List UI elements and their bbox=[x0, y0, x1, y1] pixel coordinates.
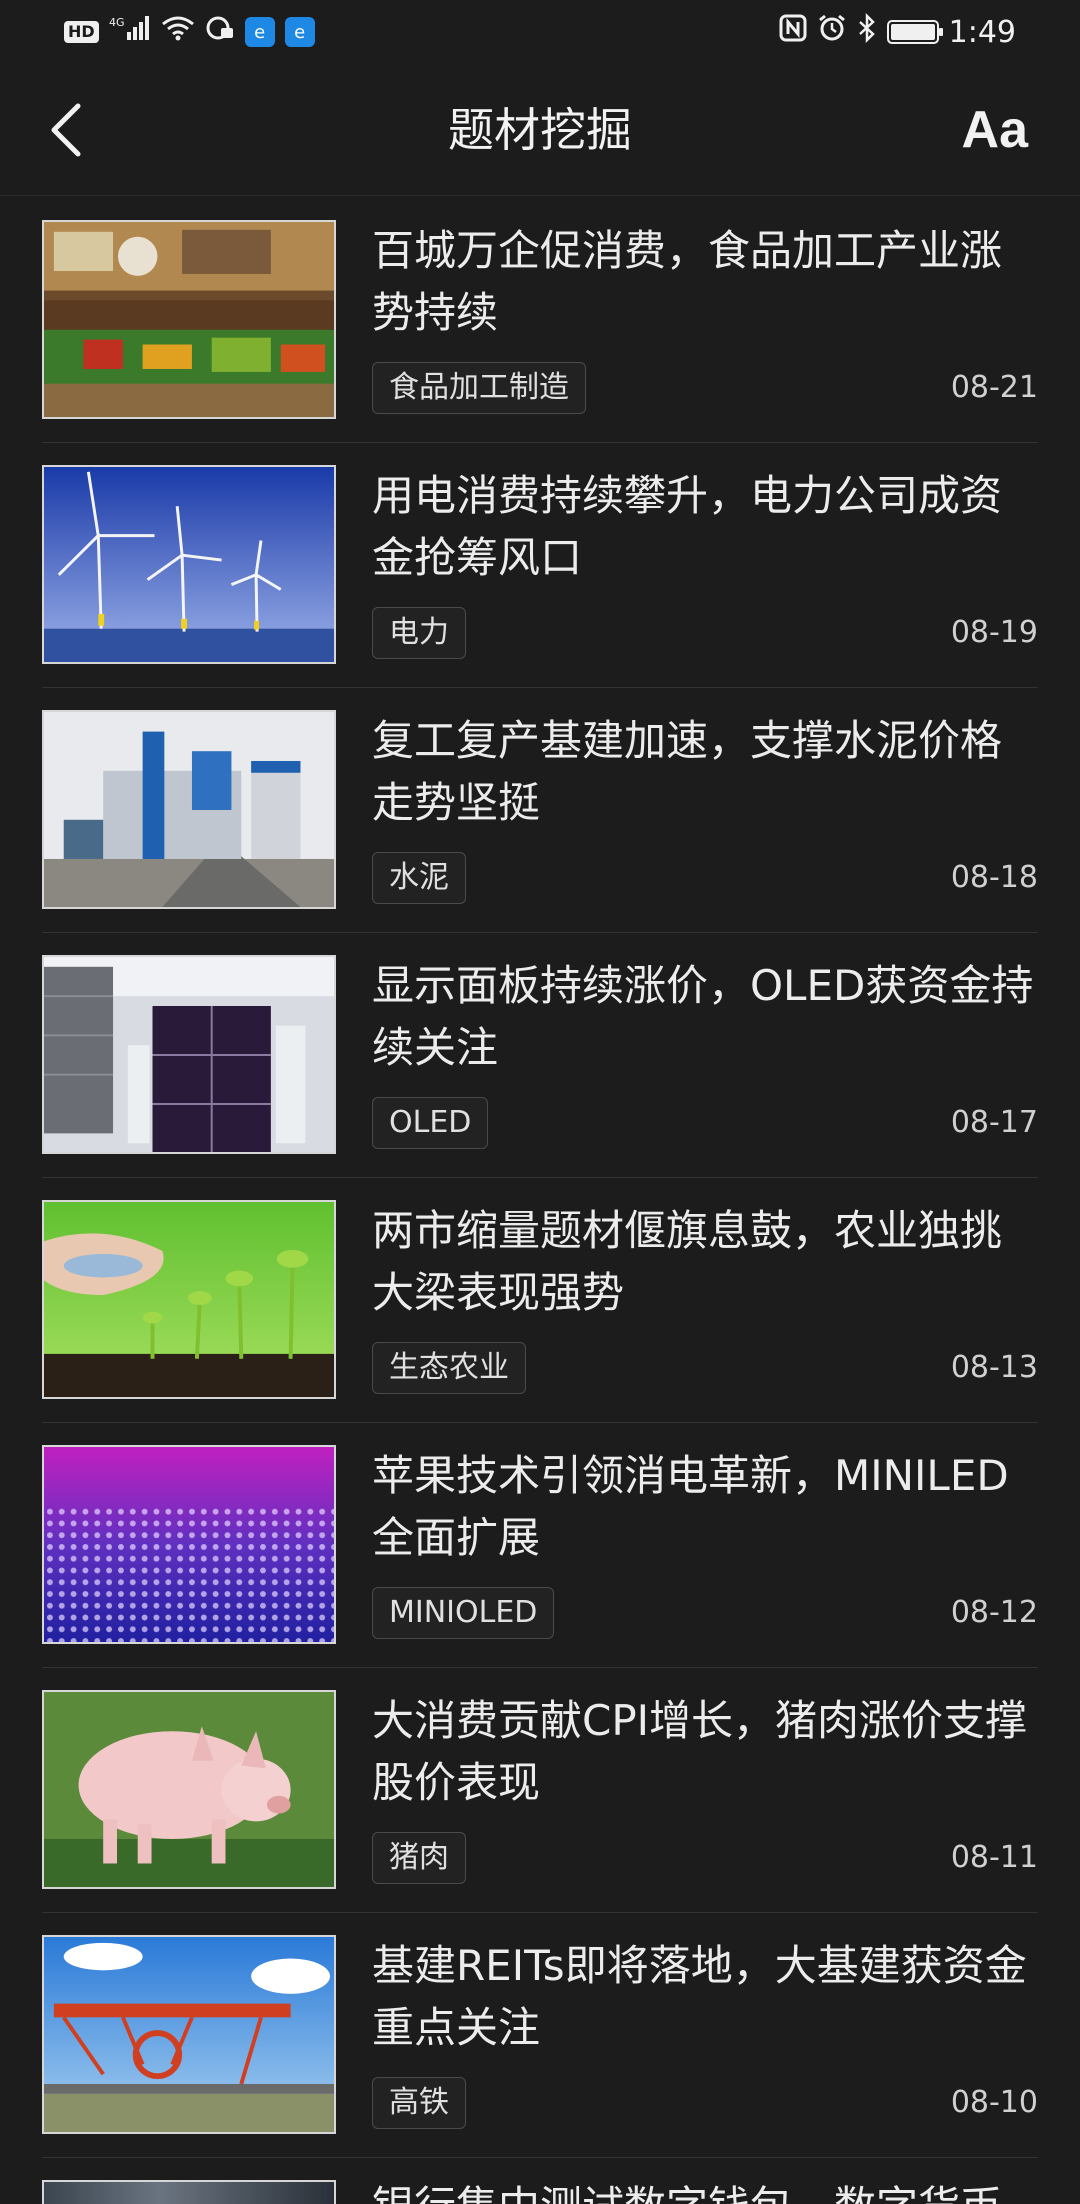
topic-tag[interactable]: 生态农业 bbox=[372, 1342, 526, 1394]
news-date: 08-19 bbox=[950, 615, 1038, 650]
list-item[interactable]: 复工复产基建加速，支撑水泥价格走势坚挺 水泥 08-18 bbox=[42, 688, 1038, 933]
thumbnail-image bbox=[42, 710, 336, 909]
page-title: 题材挖掘 bbox=[448, 103, 632, 157]
thumbnail-image bbox=[42, 955, 336, 1154]
thumbnail-image bbox=[42, 1445, 336, 1644]
list-item[interactable]: 大消费贡献CPI增长，猪肉涨价支撑股价表现 猪肉 08-11 bbox=[42, 1668, 1038, 1913]
news-date: 08-21 bbox=[950, 370, 1038, 405]
thumbnail-image bbox=[42, 465, 336, 664]
news-title: 显示面板持续涨价，OLED获资金持续关注 bbox=[372, 961, 1034, 1072]
thumbnail-image bbox=[42, 1690, 336, 1889]
bluetooth-icon bbox=[857, 12, 877, 51]
app-notification-icon: e bbox=[284, 17, 315, 47]
news-title: 苹果技术引领消电革新，MINILED全面扩展 bbox=[372, 1451, 1009, 1562]
list-item[interactable]: 显示面板持续涨价，OLED获资金持续关注 OLED 08-17 bbox=[42, 933, 1038, 1178]
thumbnail-image bbox=[42, 1200, 336, 1399]
news-date: 08-12 bbox=[950, 1595, 1038, 1630]
news-title: 两市缩量题材偃旗息鼓，农业独挑大梁表现强势 bbox=[372, 1206, 1003, 1317]
news-list: 百城万企促消费，食品加工产业涨势持续 食品加工制造 08-21 用电消费持续攀升… bbox=[0, 198, 1080, 2204]
thumbnail-image bbox=[42, 1935, 336, 2134]
list-item[interactable]: 银行集中测试数字钱包，数字货币 bbox=[42, 2158, 1038, 2204]
news-date: 08-18 bbox=[950, 860, 1038, 895]
battery-icon bbox=[886, 20, 943, 44]
news-date: 08-10 bbox=[950, 2085, 1038, 2120]
news-title: 大消费贡献CPI增长，猪肉涨价支撑股价表现 bbox=[372, 1696, 1028, 1807]
news-date: 08-17 bbox=[950, 1105, 1038, 1140]
thumbnail-image bbox=[42, 2180, 336, 2204]
list-item[interactable]: 用电消费持续攀升，电力公司成资金抢筹风口 电力 08-19 bbox=[42, 443, 1038, 688]
topic-tag[interactable]: OLED bbox=[372, 1097, 489, 1149]
list-item[interactable]: 两市缩量题材偃旗息鼓，农业独挑大梁表现强势 生态农业 08-13 bbox=[42, 1178, 1038, 1423]
topic-tag[interactable]: 电力 bbox=[372, 607, 466, 659]
news-date: 08-11 bbox=[950, 1840, 1038, 1875]
status-bar: HD 4G e e 1:49 bbox=[0, 0, 1080, 64]
list-item[interactable]: 苹果技术引领消电革新，MINILED全面扩展 MINIOLED 08-12 bbox=[42, 1423, 1038, 1668]
nfc-icon bbox=[779, 14, 807, 50]
news-title: 银行集中测试数字钱包，数字货币 bbox=[372, 2176, 1038, 2204]
thumbnail-image bbox=[42, 220, 336, 419]
hd-indicator: HD bbox=[64, 21, 99, 43]
topic-tag[interactable]: 高铁 bbox=[372, 2077, 466, 2129]
app-notification-icon: e bbox=[244, 17, 275, 47]
status-right: 1:49 bbox=[779, 12, 1016, 51]
list-item[interactable]: 百城万企促消费，食品加工产业涨势持续 食品加工制造 08-21 bbox=[42, 198, 1038, 443]
svg-text:4G: 4G bbox=[109, 16, 125, 29]
news-title: 基建REITs即将落地，大基建获资金重点关注 bbox=[372, 1941, 1027, 2052]
list-item[interactable]: 基建REITs即将落地，大基建获资金重点关注 高铁 08-10 bbox=[42, 1913, 1038, 2158]
topic-tag[interactable]: MINIOLED bbox=[372, 1587, 555, 1639]
vpn-icon bbox=[205, 14, 235, 50]
signal-icon: 4G bbox=[109, 14, 151, 50]
news-date: 08-13 bbox=[950, 1350, 1038, 1385]
alarm-icon bbox=[817, 13, 847, 51]
nav-bar: 题材挖掘 Aa bbox=[0, 64, 1080, 196]
topic-tag[interactable]: 食品加工制造 bbox=[372, 362, 586, 414]
font-size-button[interactable]: Aa bbox=[962, 100, 1028, 160]
news-title: 复工复产基建加速，支撑水泥价格走势坚挺 bbox=[372, 716, 1003, 827]
news-title: 用电消费持续攀升，电力公司成资金抢筹风口 bbox=[372, 471, 1003, 582]
topic-tag[interactable]: 水泥 bbox=[372, 852, 466, 904]
status-left: HD 4G e e bbox=[64, 14, 315, 50]
topic-tag[interactable]: 猪肉 bbox=[372, 1832, 466, 1884]
news-title: 百城万企促消费，食品加工产业涨势持续 bbox=[372, 226, 1003, 337]
clock-time: 1:49 bbox=[948, 14, 1016, 50]
wifi-icon bbox=[161, 14, 195, 50]
